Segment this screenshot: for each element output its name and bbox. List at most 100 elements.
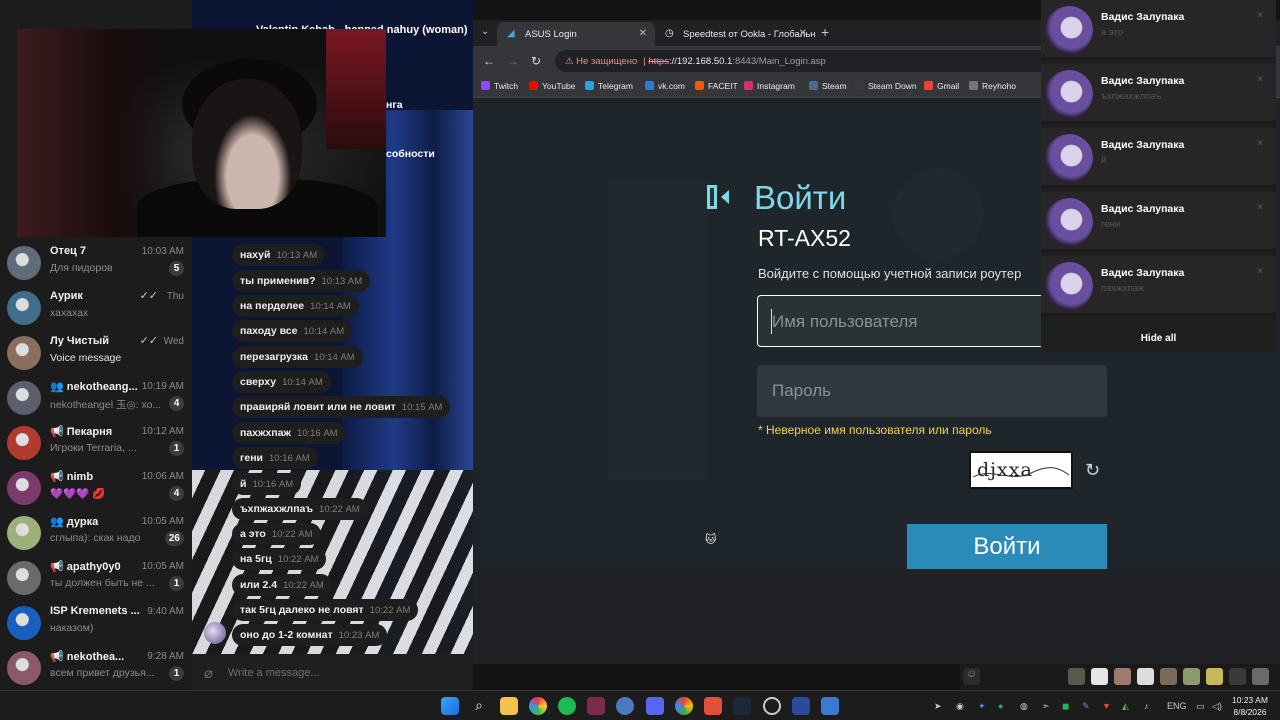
bookmark-item[interactable]: Telegram — [585, 81, 633, 91]
new-tab-icon[interactable]: + — [821, 24, 829, 40]
chat-list-item[interactable]: 📢 Пекарня 10:12 AM Игроки Terraria, ... 1 — [0, 420, 192, 465]
message-bubble[interactable]: сверху 10:14 AM — [232, 371, 331, 393]
powershell-icon[interactable] — [792, 697, 810, 715]
tab-asus-login[interactable]: ◢ ASUS Login ✕ — [497, 22, 655, 46]
message-bubble[interactable]: паходу все 10:14 AM — [232, 320, 353, 342]
search-icon[interactable]: ⌕ — [470, 697, 488, 715]
message-bubble[interactable]: гени 10:16 AM — [232, 447, 318, 469]
close-notification-icon[interactable]: ✕ — [1256, 138, 1264, 149]
start-icon[interactable] — [441, 697, 459, 715]
sender-avatar[interactable] — [204, 622, 226, 644]
network-icon[interactable]: ▭ — [1196, 701, 1205, 712]
tray-app-icon[interactable]: ◉ — [956, 701, 964, 712]
message-bubble[interactable]: правиряй ловит или не ловит 10:15 AM — [232, 396, 451, 418]
app-icon[interactable] — [587, 697, 605, 715]
app-2-icon[interactable] — [821, 697, 839, 715]
tray-steam-icon[interactable]: ◍ — [1020, 701, 1028, 712]
close-notification-icon[interactable]: ✕ — [1256, 266, 1264, 277]
message-bubble[interactable]: перезагрузка 10:14 AM — [232, 346, 363, 368]
hide-all-button[interactable]: Hide all — [1041, 328, 1276, 352]
message-bubble[interactable]: а это 10:22 AM — [232, 523, 321, 545]
bookmark-item[interactable]: Steam — [809, 81, 847, 91]
chat-list-item[interactable]: 📢 nekothea... 9:28 AM всем привет друзья..… — [0, 645, 192, 690]
not-secure-badge[interactable]: ⚠ Не защищено — [565, 56, 637, 67]
password-field[interactable]: Пароль — [757, 365, 1107, 417]
username-field[interactable]: Имя пользователя — [757, 295, 1057, 347]
tray-mic-icon[interactable]: ♪ — [1144, 701, 1149, 711]
tray-pen-icon[interactable]: ✎ — [1082, 701, 1090, 712]
notification-card[interactable]: Вадис Залупака пахжхпаж ✕ — [1041, 256, 1276, 316]
tab-search-icon[interactable]: ⌄ — [481, 26, 489, 37]
bookmark-item[interactable]: YouTube — [529, 81, 575, 91]
chat-list-item[interactable]: Аурик Thu ✓✓ хахахах — [0, 285, 192, 330]
file-explorer-icon[interactable] — [500, 697, 518, 715]
sticker-7-icon[interactable] — [1206, 668, 1223, 685]
tray-app-3-icon[interactable]: ◭ — [1122, 701, 1129, 712]
message-bubble[interactable]: ъхпжахжлпаъ 10:22 AM — [232, 498, 368, 520]
paperclip-icon[interactable]: ⌀ — [204, 664, 213, 682]
close-notification-icon[interactable]: ✕ — [1256, 10, 1264, 21]
close-notification-icon[interactable]: ✕ — [1256, 202, 1264, 213]
tray-copilot-icon[interactable]: ✦ — [978, 701, 986, 712]
tray-arrow-icon[interactable]: ➤ — [934, 701, 942, 712]
sticker-1-icon[interactable] — [1068, 668, 1085, 685]
notification-card[interactable]: Вадис Залупака ъхпжахжлпаъ ✕ — [1041, 64, 1276, 124]
bookmark-item[interactable]: FACEIT — [695, 81, 738, 91]
obs-icon[interactable] — [763, 697, 781, 715]
chat-list-item[interactable]: 👥 nekotheang... 10:19 AM nekotheangel 玉◎: … — [0, 375, 192, 420]
sticker-9-icon[interactable] — [1252, 668, 1269, 685]
tab-speedtest[interactable]: ◷ Speedtest от Ookla - Глобальн ✕ — [655, 22, 816, 46]
message-input[interactable]: ⌀ Write a message... — [192, 654, 473, 690]
address-bar[interactable]: ⚠ Не защищено | https://192.168.50.1:8443… — [555, 50, 1115, 72]
chrome-icon[interactable] — [675, 697, 693, 715]
tray-spotify-icon[interactable]: ● — [998, 701, 1003, 711]
chat-list-item[interactable]: Лу Чистый Wed ✓✓ Voice message — [0, 330, 192, 375]
chat-list-item[interactable]: Отец 7 10:03 AM Для пидоров 5 — [0, 240, 192, 285]
close-tab-icon[interactable]: ✕ — [799, 28, 807, 39]
bookmark-item[interactable]: Instagram — [744, 81, 795, 91]
chat-list-item[interactable]: 📢 nimb 10:06 AM 💜💜💜 💋 4 — [0, 465, 192, 510]
captcha-refresh-icon[interactable]: ↻ — [1085, 460, 1100, 481]
sticker-2-icon[interactable] — [1091, 668, 1108, 685]
language-indicator[interactable]: ENG — [1167, 701, 1187, 711]
clock[interactable]: 10:23 AM 8/8/2026 — [1232, 694, 1268, 718]
chat-list-item[interactable]: 👥 дурка 10:05 AM сглыпа): скак надо 26 — [0, 510, 192, 555]
message-bubble[interactable]: нахуй 10:13 AM — [232, 244, 326, 266]
chrome-alt-icon[interactable] — [529, 697, 547, 715]
sticker-3-icon[interactable] — [1114, 668, 1131, 685]
sticker-4-icon[interactable] — [1137, 668, 1154, 685]
bookmark-item[interactable]: vk.com — [645, 81, 685, 91]
sticker-6-icon[interactable] — [1183, 668, 1200, 685]
brave-icon[interactable] — [704, 697, 722, 715]
tray-vpn-icon[interactable]: ▼ — [1102, 701, 1111, 711]
message-bubble[interactable]: на 5гц 10:22 AM — [232, 548, 327, 570]
login-button[interactable]: Войти — [907, 524, 1107, 569]
chat-list-item[interactable]: ISP Kremenets ... 9:40 AM наказом) — [0, 600, 192, 645]
emoji-icon[interactable]: ☺ — [963, 668, 980, 685]
telegram-taskbar-icon[interactable] — [616, 697, 634, 715]
notification-card[interactable]: Вадис Залупака а это ✕ — [1041, 0, 1276, 60]
bookmark-item[interactable]: Twitch — [481, 81, 518, 91]
chat-list-item[interactable]: 📢 apathy0y0 10:05 AM ты должен быть не ...… — [0, 555, 192, 600]
steam-icon[interactable] — [733, 697, 751, 715]
message-bubble[interactable]: ты применив? 10:13 AM — [232, 270, 371, 292]
message-bubble[interactable]: й 10:16 AM — [232, 473, 302, 495]
bookmark-item[interactable]: Steam Down — [855, 81, 917, 91]
sticker-8-icon[interactable] — [1229, 668, 1246, 685]
sticker-5-icon[interactable] — [1160, 668, 1177, 685]
message-bubble[interactable]: на перделее 10:14 AM — [232, 295, 359, 317]
discord-icon[interactable] — [646, 697, 664, 715]
tray-telegram-icon[interactable]: ➣ — [1042, 701, 1050, 712]
message-bubble[interactable]: или 2.4 10:22 AM — [232, 574, 332, 596]
message-bubble[interactable]: пахжхпаж 10:16 AM — [232, 422, 346, 444]
bookmark-item[interactable]: Gmail — [924, 81, 959, 91]
forward-icon[interactable]: → — [507, 54, 519, 68]
spotify-icon[interactable] — [558, 697, 576, 715]
close-tab-icon[interactable]: ✕ — [639, 28, 647, 39]
reload-icon[interactable]: ↻ — [531, 54, 541, 68]
notification-card[interactable]: Вадис Залупака й ✕ — [1041, 128, 1276, 188]
notification-card[interactable]: Вадис Залупака гени ✕ — [1041, 192, 1276, 252]
bookmark-item[interactable]: Reyhoho — [969, 81, 1016, 91]
close-notification-icon[interactable]: ✕ — [1256, 74, 1264, 85]
tray-nvidia-icon[interactable]: ◼ — [1062, 701, 1069, 712]
